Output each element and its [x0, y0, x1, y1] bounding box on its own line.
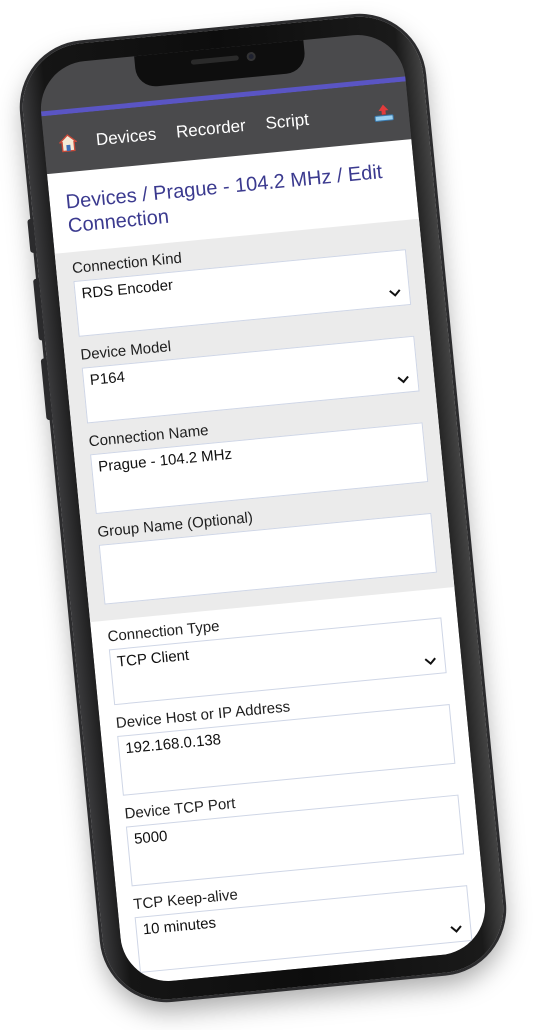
- nav-spacer: [329, 114, 373, 118]
- front-camera: [246, 51, 257, 62]
- stage: Devices Recorder Script Devices / Prague…: [0, 0, 542, 1030]
- device-port-value: 5000: [133, 827, 169, 848]
- phone-frame: Devices Recorder Script Devices / Prague…: [16, 10, 510, 1006]
- connection-kind-value: RDS Encoder: [80, 276, 174, 303]
- connection-section: Connection Type TCP Client Device Host o…: [90, 587, 489, 985]
- mute-switch: [27, 218, 37, 254]
- phone-screen: Devices Recorder Script Devices / Prague…: [36, 30, 490, 986]
- chevron-down-icon: [389, 289, 401, 297]
- volume-up-button: [32, 278, 45, 341]
- chevron-down-icon: [450, 925, 462, 933]
- nav-devices[interactable]: Devices: [95, 125, 157, 151]
- page-content: Devices / Prague - 104.2 MHz / Edit Conn…: [47, 139, 490, 986]
- nav-recorder[interactable]: Recorder: [175, 116, 247, 143]
- speaker-grille: [190, 55, 239, 65]
- chevron-down-icon: [397, 375, 409, 384]
- connection-type-value: TCP Client: [116, 646, 190, 671]
- chevron-down-icon: [424, 657, 436, 666]
- device-model-value: P164: [89, 368, 126, 389]
- nav-script[interactable]: Script: [265, 110, 310, 134]
- connection-name-value: Prague - 104.2 MHz: [97, 445, 233, 476]
- device-section: Connection Kind RDS Encoder Device Model…: [54, 218, 455, 623]
- notch: [134, 39, 307, 89]
- volume-down-button: [40, 358, 53, 421]
- upload-icon[interactable]: [372, 102, 396, 124]
- keep-alive-value: 10 minutes: [142, 914, 217, 939]
- home-icon[interactable]: [57, 132, 79, 154]
- device-host-value: 192.168.0.138: [124, 731, 222, 758]
